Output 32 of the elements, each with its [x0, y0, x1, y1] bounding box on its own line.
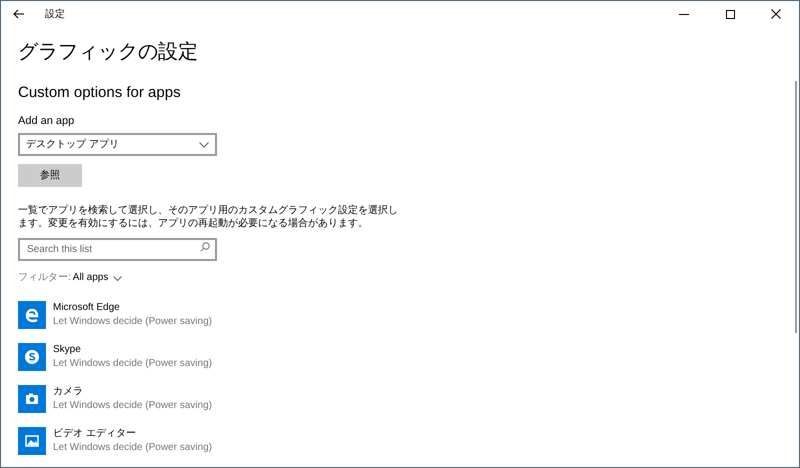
app-name: Skype — [53, 343, 82, 357]
description-text: 一覧でアプリを検索して選択し、そのアプリ用のカスタムグラフィック設定を選択します。変更を有効にするには、アプリの再起動が必要になる場合があります。 — [18, 204, 398, 230]
chevron-down-icon — [113, 276, 122, 280]
back-arrow-icon — [13, 9, 25, 19]
search-field[interactable]: Search this list — [18, 238, 217, 261]
app-name: ビデオ エディター — [53, 427, 137, 441]
letter-e-icon — [18, 301, 46, 329]
filter-dropdown[interactable]: フィルター: All apps — [18, 271, 122, 285]
app-name: Microsoft Edge — [53, 301, 121, 315]
app-list-item[interactable]: カメラ Let Windows decide (Power saving) — [18, 385, 212, 413]
browse-button[interactable]: 参照 — [18, 164, 82, 187]
search-icon — [200, 242, 210, 252]
add-app-label: Add an app — [18, 114, 74, 128]
app-gpu-setting: Let Windows decide (Power saving) — [53, 441, 212, 455]
app-list-item[interactable]: Microsoft Edge Let Windows decide (Power saving) — [18, 301, 212, 329]
app-gpu-setting: Let Windows decide (Power saving) — [53, 315, 212, 329]
window-title: 設定 — [45, 8, 65, 22]
app-list-item[interactable]: Skype Let Windows decide (Power saving) — [18, 343, 212, 371]
app-name: カメラ — [53, 385, 84, 399]
scrollbar[interactable] — [795, 81, 797, 333]
chat-bubble-icon — [18, 343, 46, 371]
app-type-dropdown[interactable]: デスクトップ アプリ — [18, 133, 217, 156]
app-gpu-setting: Let Windows decide (Power saving) — [53, 357, 212, 371]
close-icon — [771, 9, 781, 19]
app-gpu-setting: Let Windows decide (Power saving) — [53, 399, 212, 413]
maximize-icon — [726, 10, 734, 18]
section-title: Custom options for apps — [18, 83, 181, 103]
chevron-down-icon — [199, 142, 209, 148]
camera-icon — [18, 385, 46, 413]
app-list-item[interactable]: ビデオ エディター Let Windows decide (Power saving) — [18, 427, 212, 455]
page-title: グラフィックの設定 — [18, 40, 198, 65]
image-icon — [18, 427, 46, 455]
